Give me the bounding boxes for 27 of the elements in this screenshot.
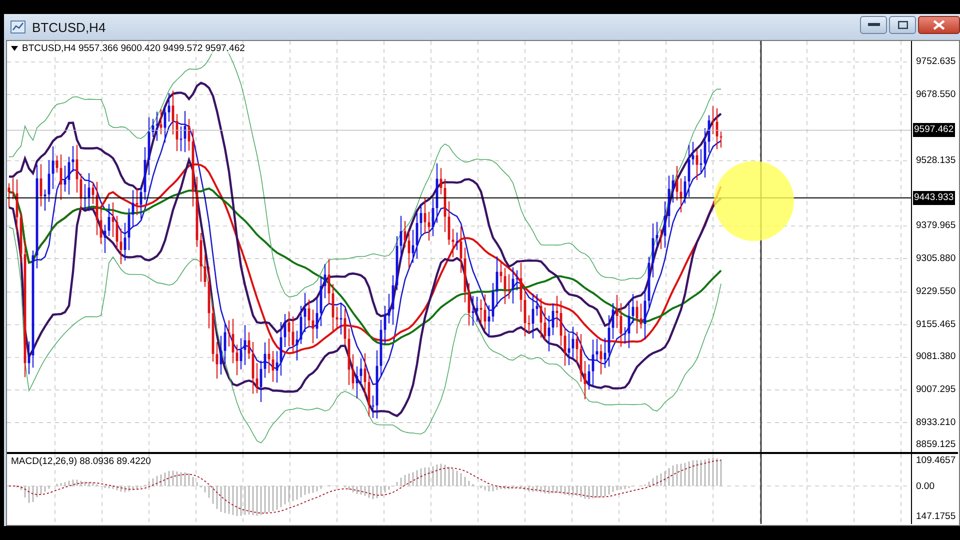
minimize-button[interactable] [860, 16, 887, 34]
price-label: 9528.135 [915, 154, 957, 168]
close-button[interactable] [918, 16, 960, 34]
restore-icon [898, 21, 908, 29]
dropdown-triangle-icon[interactable] [11, 46, 18, 51]
price-label: 9305.880 [915, 252, 957, 266]
macd-legend: MACD(12,26,9) 88.0936 89.4220 [11, 456, 151, 467]
minimize-icon [868, 23, 880, 27]
macd-value-label: 147.1755 [915, 510, 957, 524]
chart-legend: BTCUSD,H4 9557.366 9600.420 9499.572 9597.462 [22, 43, 245, 54]
price-label: 9752.635 [915, 55, 957, 69]
window-title: BTCUSD,H4 [32, 20, 106, 34]
macd-value-label: 109.4657 [915, 454, 957, 468]
price-label: 9229.550 [915, 285, 957, 300]
price-label: 8933.210 [915, 416, 957, 430]
price-label: 9007.295 [915, 382, 957, 397]
price-label: 9081.380 [915, 350, 957, 364]
price-label: 9678.550 [915, 88, 957, 102]
chart-window-icon [10, 20, 26, 34]
price-label: 9155.465 [915, 318, 957, 332]
close-icon [933, 20, 945, 30]
price-label: 8859.125 [915, 438, 957, 452]
current-price-label: 9597.462 [913, 123, 955, 138]
restore-button[interactable] [889, 16, 916, 34]
crosshair-price-label: 9443.933 [913, 190, 955, 205]
price-label: 9379.965 [915, 218, 957, 233]
macd-value-label: 0.00 [915, 480, 936, 494]
